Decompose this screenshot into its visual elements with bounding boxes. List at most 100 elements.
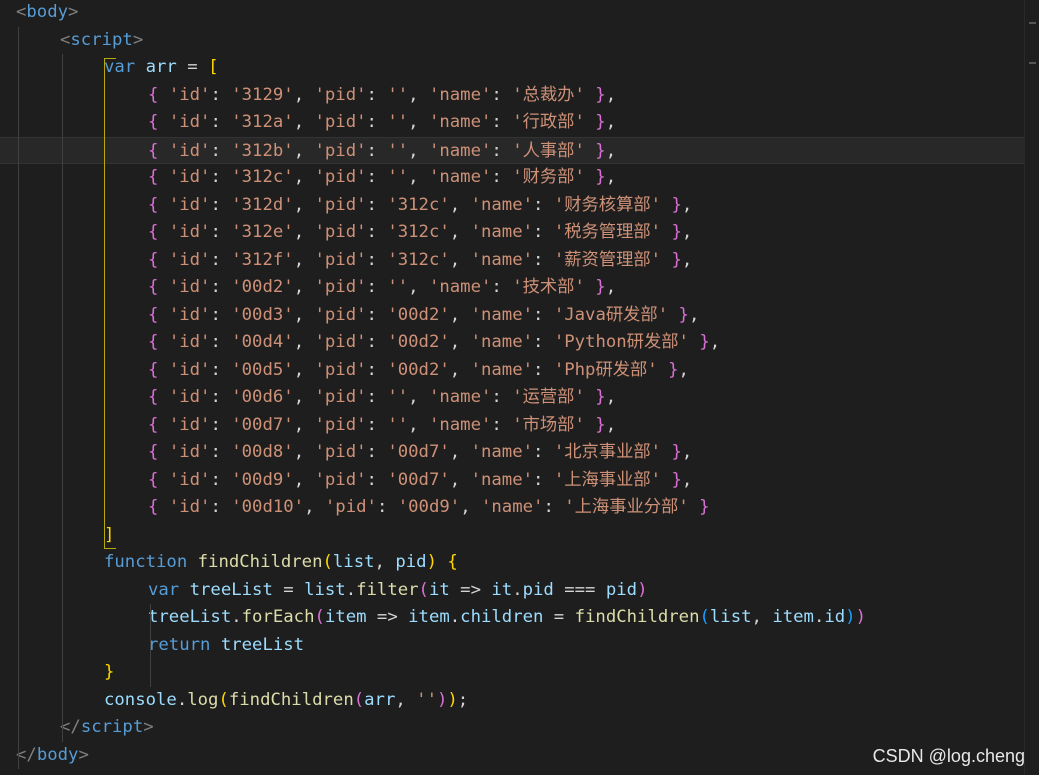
code-line[interactable]: { 'id': '312c', 'pid': '', 'name': '财务部'… bbox=[0, 164, 1024, 192]
code-line[interactable]: } bbox=[0, 659, 1024, 687]
code-token: 'pid' bbox=[314, 332, 367, 352]
code-token: 'id' bbox=[168, 222, 211, 242]
code-token: pid bbox=[605, 579, 638, 600]
code-line[interactable]: { 'id': '00d4', 'pid': '00d2', 'name': '… bbox=[0, 329, 1024, 357]
code-line[interactable]: ] bbox=[0, 522, 1024, 550]
code-editor[interactable]: <body> <script> var arr = [{ 'id': '3129',… bbox=[0, 0, 1024, 775]
code-line[interactable]: function findChildren(list, pid) { bbox=[0, 549, 1024, 577]
code-line[interactable]: <script> bbox=[0, 27, 1024, 55]
code-token: '312c' bbox=[387, 249, 450, 270]
code-line-text: { 'id': '00d6', 'pid': '', 'name': '运营部'… bbox=[148, 384, 616, 412]
code-line[interactable]: { 'id': '312f', 'pid': '312c', 'name': '… bbox=[0, 247, 1024, 275]
code-token: , bbox=[449, 442, 471, 462]
code-line[interactable]: </script> bbox=[0, 714, 1024, 742]
code-token: , bbox=[293, 469, 315, 490]
code-token: list bbox=[304, 579, 346, 600]
code-token: '财务部' bbox=[512, 167, 585, 187]
code-line[interactable]: { 'id': '00d6', 'pid': '', 'name': '运营部'… bbox=[0, 384, 1024, 412]
code-token: 'name' bbox=[470, 222, 534, 242]
code-token: { bbox=[148, 84, 159, 105]
code-token: => bbox=[449, 579, 492, 600]
code-token: item bbox=[772, 607, 814, 627]
code-token: : bbox=[210, 140, 232, 161]
code-token: 'id' bbox=[168, 387, 211, 407]
code-token: ) bbox=[426, 552, 437, 572]
code-token: === bbox=[553, 579, 606, 600]
code-token: { bbox=[148, 304, 159, 325]
code-line[interactable]: { 'id': '00d10', 'pid': '00d9', 'name': … bbox=[0, 494, 1024, 522]
code-line[interactable]: { 'id': '00d3', 'pid': '00d2', 'name': '… bbox=[0, 302, 1024, 330]
code-token: console bbox=[104, 689, 177, 710]
code-line-text: { 'id': '312e', 'pid': '312c', 'name': '… bbox=[148, 219, 692, 247]
code-token: 'pid' bbox=[314, 442, 367, 462]
code-token: , bbox=[605, 112, 617, 132]
code-line[interactable]: </body> bbox=[0, 742, 1024, 770]
code-token: . bbox=[176, 689, 188, 710]
code-line[interactable]: { 'id': '00d2', 'pid': '', 'name': '技术部'… bbox=[0, 274, 1024, 302]
code-token: . bbox=[345, 579, 357, 600]
code-line[interactable]: var arr = [ bbox=[0, 54, 1024, 82]
code-line[interactable]: { 'id': '00d5', 'pid': '00d2', 'name': '… bbox=[0, 357, 1024, 385]
code-line[interactable]: { 'id': '312a', 'pid': '', 'name': '行政部'… bbox=[0, 109, 1024, 137]
code-line[interactable]: console.log(findChildren(arr, '')); bbox=[0, 687, 1024, 715]
code-line[interactable]: { 'id': '312e', 'pid': '312c', 'name': '… bbox=[0, 219, 1024, 247]
code-token: : bbox=[366, 194, 388, 215]
code-token: '00d10' bbox=[231, 497, 305, 517]
code-token: ( bbox=[353, 689, 365, 710]
code-token: '' bbox=[387, 112, 409, 132]
code-token: 'Java研发部' bbox=[553, 304, 669, 325]
code-line[interactable]: { 'id': '00d9', 'pid': '00d7', 'name': '… bbox=[0, 467, 1024, 495]
code-line-text: <script> bbox=[60, 27, 143, 55]
code-token: '312c' bbox=[387, 222, 450, 242]
code-line[interactable]: return treeList bbox=[0, 632, 1024, 660]
code-line[interactable]: <body> bbox=[0, 0, 1024, 27]
code-token: , bbox=[408, 387, 429, 407]
code-token: { bbox=[148, 497, 159, 517]
vertical-scrollbar[interactable] bbox=[1024, 0, 1039, 775]
code-token: list bbox=[332, 552, 375, 572]
code-token: } bbox=[671, 469, 682, 490]
code-token: 'id' bbox=[168, 277, 211, 297]
code-line[interactable]: { 'id': '00d7', 'pid': '', 'name': '市场部'… bbox=[0, 412, 1024, 440]
code-line-text: <body> bbox=[16, 0, 78, 27]
code-token: { bbox=[148, 249, 159, 270]
code-token: , bbox=[408, 84, 429, 105]
code-line[interactable]: treeList.forEach(item => item.children =… bbox=[0, 604, 1024, 632]
code-line[interactable]: { 'id': '3129', 'pid': '', 'name': '总裁办'… bbox=[0, 82, 1024, 110]
code-token: filter bbox=[356, 579, 419, 600]
code-token: 'name' bbox=[428, 84, 492, 105]
code-token: 'name' bbox=[470, 469, 534, 490]
code-line[interactable]: var treeList = list.filter(it => it.pid … bbox=[0, 577, 1024, 605]
code-token: 'id' bbox=[168, 359, 211, 380]
code-line[interactable]: { 'id': '00d8', 'pid': '00d7', 'name': '… bbox=[0, 439, 1024, 467]
code-token: '总裁办' bbox=[512, 84, 585, 105]
code-token: 'name' bbox=[428, 140, 492, 161]
overview-ruler-mark bbox=[1029, 22, 1036, 24]
code-token: 'id' bbox=[168, 140, 211, 161]
code-token: : bbox=[533, 304, 554, 325]
code-token: '00d3' bbox=[231, 304, 294, 325]
code-token: } bbox=[671, 222, 682, 242]
code-token: ) bbox=[855, 607, 866, 627]
code-line-text: function findChildren(list, pid) { bbox=[104, 549, 458, 577]
code-token: '税务管理部' bbox=[553, 222, 662, 242]
code-token: '' bbox=[416, 689, 437, 710]
code-token: treeList bbox=[148, 607, 232, 627]
code-token: : bbox=[366, 249, 388, 270]
code-line[interactable]: { 'id': '312d', 'pid': '312c', 'name': '… bbox=[0, 192, 1024, 220]
code-token: body bbox=[36, 744, 79, 765]
code-line[interactable]: { 'id': '312b', 'pid': '', 'name': '人事部'… bbox=[0, 136, 1024, 164]
code-token: </ bbox=[16, 744, 37, 765]
code-token: 'name' bbox=[428, 414, 492, 435]
code-token: , bbox=[605, 167, 617, 187]
code-token: : bbox=[366, 359, 388, 380]
code-token: : bbox=[366, 167, 388, 187]
code-token: '上海事业部' bbox=[553, 469, 662, 490]
code-token: 'id' bbox=[168, 112, 211, 132]
